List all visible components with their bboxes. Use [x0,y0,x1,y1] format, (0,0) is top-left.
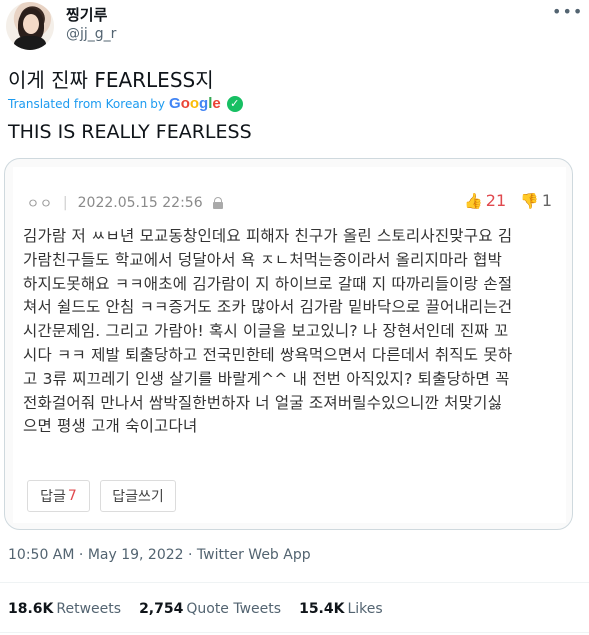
tweet-date[interactable]: May 19, 2022 [88,547,184,563]
post-line: 시간문제임. 그리고 가람아! 혹시 이글을 보고있니? 나 장현서인데 진짜 … [23,322,509,341]
post-line: 시다 ㅋㅋ 제발 퇴출당하고 전국민한테 쌍욕먹으면서 다른데서 취직도 못하 [23,345,513,364]
reply-label: 답글 [40,489,66,505]
write-reply-button: 답글쓰기 [100,480,176,512]
user-handle[interactable]: @jj_g_r [66,26,116,42]
divider [0,632,589,633]
post-screenshot: ㅇㅇ | 2022.05.15 22:56 👍 21 👎 1 김가람 저 ㅆㅂ년… [13,167,566,523]
media-image[interactable]: ㅇㅇ | 2022.05.15 22:56 👍 21 👎 1 김가람 저 ㅆㅂ년… [4,158,573,530]
post-line: 전화걸어줘 만나서 쌈박질한번하자 너 얼굴 조져버릴수있으니깐 처맞기싫 [23,393,503,412]
post-body: 김가람 저 ㅆㅂ년 모교동창인데요 피해자 친구가 올린 스토리사진맞구요 김 … [23,225,558,439]
post-date: 2022.05.15 22:56 [77,194,203,211]
post-line: 쳐서 쉴드도 안침 ㅋㅋ증거도 조카 많아서 김가람 밑바닥으로 끌어내리는건 [23,298,513,317]
retweets-stat[interactable]: 18.6K Retweets [8,601,121,617]
translated-by-label: by [150,96,166,111]
more-dots-icon[interactable]: ••• [552,4,582,20]
meta-separator: · [188,547,193,563]
post-votes: 👍 21 👎 1 [464,191,552,210]
like-count: 21 [485,191,507,210]
avatar[interactable] [6,2,54,50]
check-icon: ✓ [226,95,243,112]
post-line: 김가람 저 ㅆㅂ년 모교동창인데요 피해자 친구가 올린 스토리사진맞구요 김 [23,227,513,245]
tweet-source: Twitter Web App [196,547,311,563]
translated-text: THIS IS REALLY FEARLESS [8,121,252,143]
post-line: 하지도못해요 ㅋㅋ애초에 김가람이 지 하이브로 갈때 지 따까리들이랑 손절 [23,274,513,293]
post-meta: ㅇㅇ | 2022.05.15 22:56 [27,193,223,212]
avatar-face [23,14,39,34]
google-logo: Google [169,95,221,112]
translated-from-link[interactable]: Translated from Korean [8,97,147,111]
meta-divider: | [62,194,68,211]
tweet-text: 이게 진짜 FEARLESS지 [8,68,214,92]
post-line: 고 3류 찌끄레기 인생 살기를 바랄게^^ 내 전번 아직있지? 퇴출당하면 … [23,369,510,388]
translation-attribution: Translated from Korean by Google ✓ [8,95,243,112]
engagement-stats: 18.6K Retweets 2,754 Quote Tweets 15.4K Lik… [8,601,401,617]
reply-count: 7 [67,488,77,504]
divider [0,582,589,583]
dislike-count: 1 [541,191,552,210]
tweet-timestamp: 10:50 AM · May 19, 2022 · Twitter Web Ap… [8,547,311,563]
quote-tweets-stat[interactable]: 2,754 Quote Tweets [139,601,281,617]
thumb-up-icon: 👍 [464,191,483,210]
post-line: 으면 평생 고개 숙이고다녀 [23,417,198,436]
meta-separator: · [78,547,84,563]
post-nickname: ㅇㅇ [27,197,53,212]
likes-stat[interactable]: 15.4K Likes [299,601,383,617]
display-name[interactable]: 찡기루 [66,4,107,25]
post-line: 가람친구들도 학교에서 덩달아서 욕 ㅈㄴ처먹는중이라서 올리지마라 협박 [23,250,503,269]
lock-icon [212,196,223,209]
reply-count-button: 답글 7 [27,480,90,512]
avatar-body [14,36,46,50]
thumb-down-icon: 👎 [520,191,539,210]
tweet-time[interactable]: 10:50 AM [8,547,74,563]
